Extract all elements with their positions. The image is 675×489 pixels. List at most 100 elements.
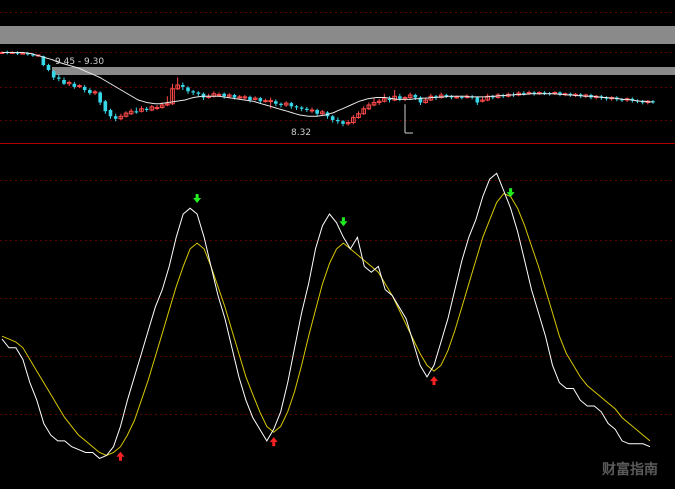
arrow-head xyxy=(116,451,125,457)
candle-body xyxy=(154,107,160,109)
candle xyxy=(283,101,289,107)
candle-body xyxy=(294,106,299,108)
low-price-label: 8.32 xyxy=(291,128,311,138)
candle-body xyxy=(258,98,263,102)
candle-body xyxy=(103,101,108,112)
candle xyxy=(361,106,366,115)
candle-body xyxy=(222,93,226,97)
candle xyxy=(398,93,402,102)
candle xyxy=(98,91,102,105)
arrow-head xyxy=(339,221,348,227)
candle xyxy=(82,85,87,93)
highlight-bands xyxy=(0,26,675,75)
candle-body xyxy=(309,109,315,112)
top-band xyxy=(0,26,675,44)
candle-body xyxy=(315,110,319,114)
candle xyxy=(62,77,66,85)
candle xyxy=(299,106,304,112)
candle xyxy=(248,95,252,103)
candle-body xyxy=(237,96,242,99)
arrow-head xyxy=(506,192,515,198)
arrow-head xyxy=(193,198,202,203)
candle xyxy=(181,82,185,90)
candle xyxy=(542,91,547,95)
arrow-shaft xyxy=(195,194,199,198)
candle xyxy=(485,93,490,102)
candle xyxy=(356,111,361,119)
stock-chart: 9.45 - 9.30 8.32 财富指南 xyxy=(0,0,675,484)
arrow-shaft xyxy=(118,456,122,461)
candle xyxy=(242,95,248,100)
candle xyxy=(263,98,268,103)
candle xyxy=(491,95,495,100)
candle-body xyxy=(341,121,345,124)
candle xyxy=(294,105,299,110)
candle-body xyxy=(248,96,252,100)
candle xyxy=(305,106,309,112)
candle xyxy=(315,108,319,117)
candle xyxy=(438,92,444,99)
candle-body xyxy=(20,52,25,55)
candle xyxy=(46,63,51,72)
candle-body xyxy=(77,85,82,88)
oscillator-panel xyxy=(1,172,651,461)
candle xyxy=(376,98,382,105)
candle-body xyxy=(72,83,77,87)
candle xyxy=(537,91,542,95)
candle xyxy=(516,91,521,97)
candle-body xyxy=(289,103,294,107)
candle-body xyxy=(387,98,392,100)
candle xyxy=(382,93,387,103)
candle xyxy=(128,108,134,115)
candle-body xyxy=(51,71,56,78)
candle-body xyxy=(454,96,459,99)
candle-body xyxy=(305,108,309,110)
candle-body xyxy=(181,85,185,87)
candle-body xyxy=(460,96,464,98)
candle xyxy=(640,100,645,105)
candle xyxy=(123,111,129,118)
candle xyxy=(289,101,294,109)
candle xyxy=(320,110,325,115)
candle xyxy=(402,96,408,102)
candle xyxy=(237,95,242,99)
candle-body xyxy=(196,92,201,94)
candle xyxy=(88,88,92,95)
candle-body xyxy=(413,95,418,98)
candle xyxy=(341,120,345,127)
candle-body xyxy=(134,111,139,113)
candle-body xyxy=(475,97,480,103)
buy-signal-arrow xyxy=(430,376,438,386)
chart-canvas: 9.45 - 9.30 8.32 财富指南 xyxy=(0,12,675,478)
arrow-shaft xyxy=(432,381,436,386)
sell-signal-arrow xyxy=(193,194,202,203)
candle xyxy=(366,102,372,110)
candle xyxy=(371,97,377,107)
candle xyxy=(330,115,335,123)
arrow-head xyxy=(430,376,438,382)
candle-body xyxy=(144,108,149,110)
candle xyxy=(51,70,56,80)
candle-body xyxy=(274,101,278,104)
range-label: 9.45 - 9.30 xyxy=(55,57,104,67)
arrow-shaft xyxy=(272,442,276,447)
candle-body xyxy=(113,116,118,119)
candle-body xyxy=(201,93,206,98)
candle xyxy=(191,90,195,95)
candle-body xyxy=(62,80,66,84)
candle-body xyxy=(88,90,92,94)
candle xyxy=(196,91,201,97)
candle xyxy=(154,105,160,110)
arrow-shaft xyxy=(341,217,345,222)
candle xyxy=(165,96,170,107)
candle xyxy=(15,51,20,55)
candle-body xyxy=(263,100,268,103)
d-line xyxy=(1,192,651,457)
candle xyxy=(134,107,139,114)
candle xyxy=(175,77,180,90)
candle-body xyxy=(232,95,237,98)
candle xyxy=(449,95,454,100)
candle-body xyxy=(191,91,195,93)
candle-body xyxy=(279,103,283,105)
k-line xyxy=(1,172,651,459)
